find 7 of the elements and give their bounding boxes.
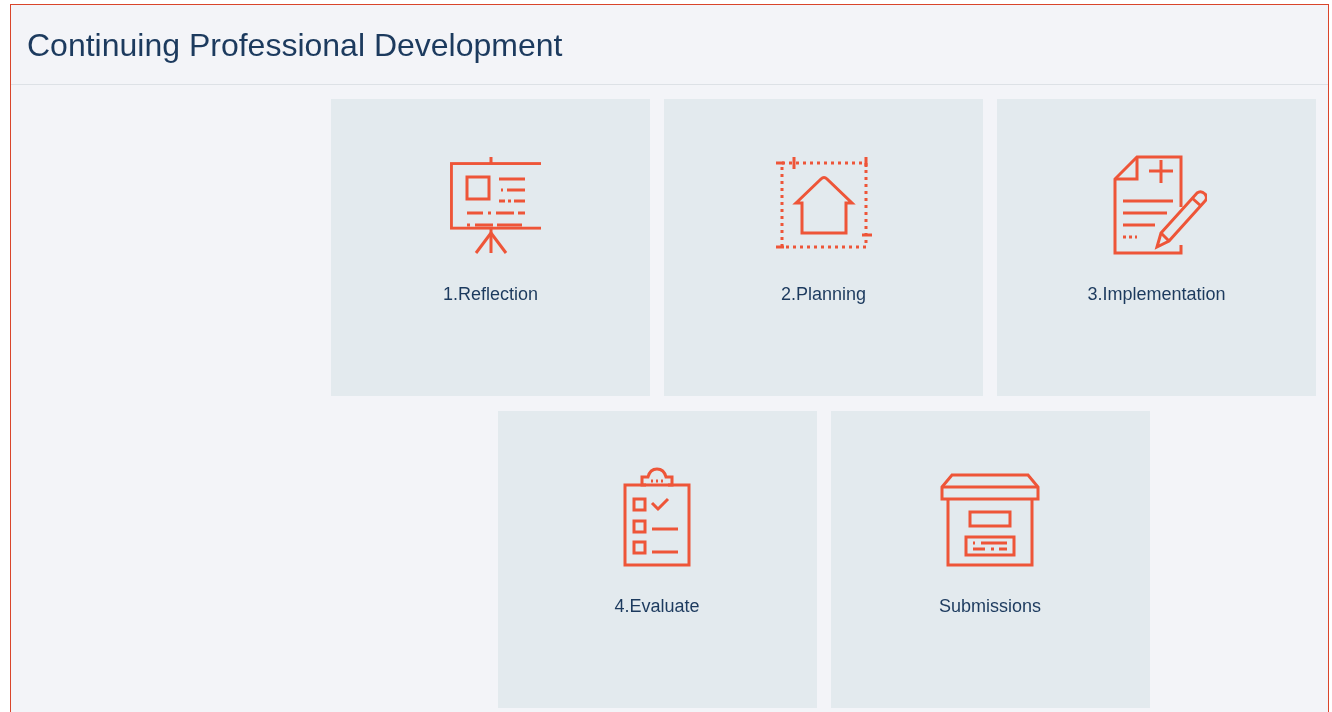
page-title: Continuing Professional Development [27,25,563,65]
category-tile[interactable]: 3.Implementation [997,99,1316,396]
category-tile[interactable]: 1.Reflection [331,99,650,396]
category-tile[interactable]: Submissions [830,411,1150,708]
category-tile[interactable]: 2.Planning [664,99,983,396]
clipboard-checklist-icon [622,467,692,567]
category-tile[interactable]: 4.Evaluate [497,411,817,708]
